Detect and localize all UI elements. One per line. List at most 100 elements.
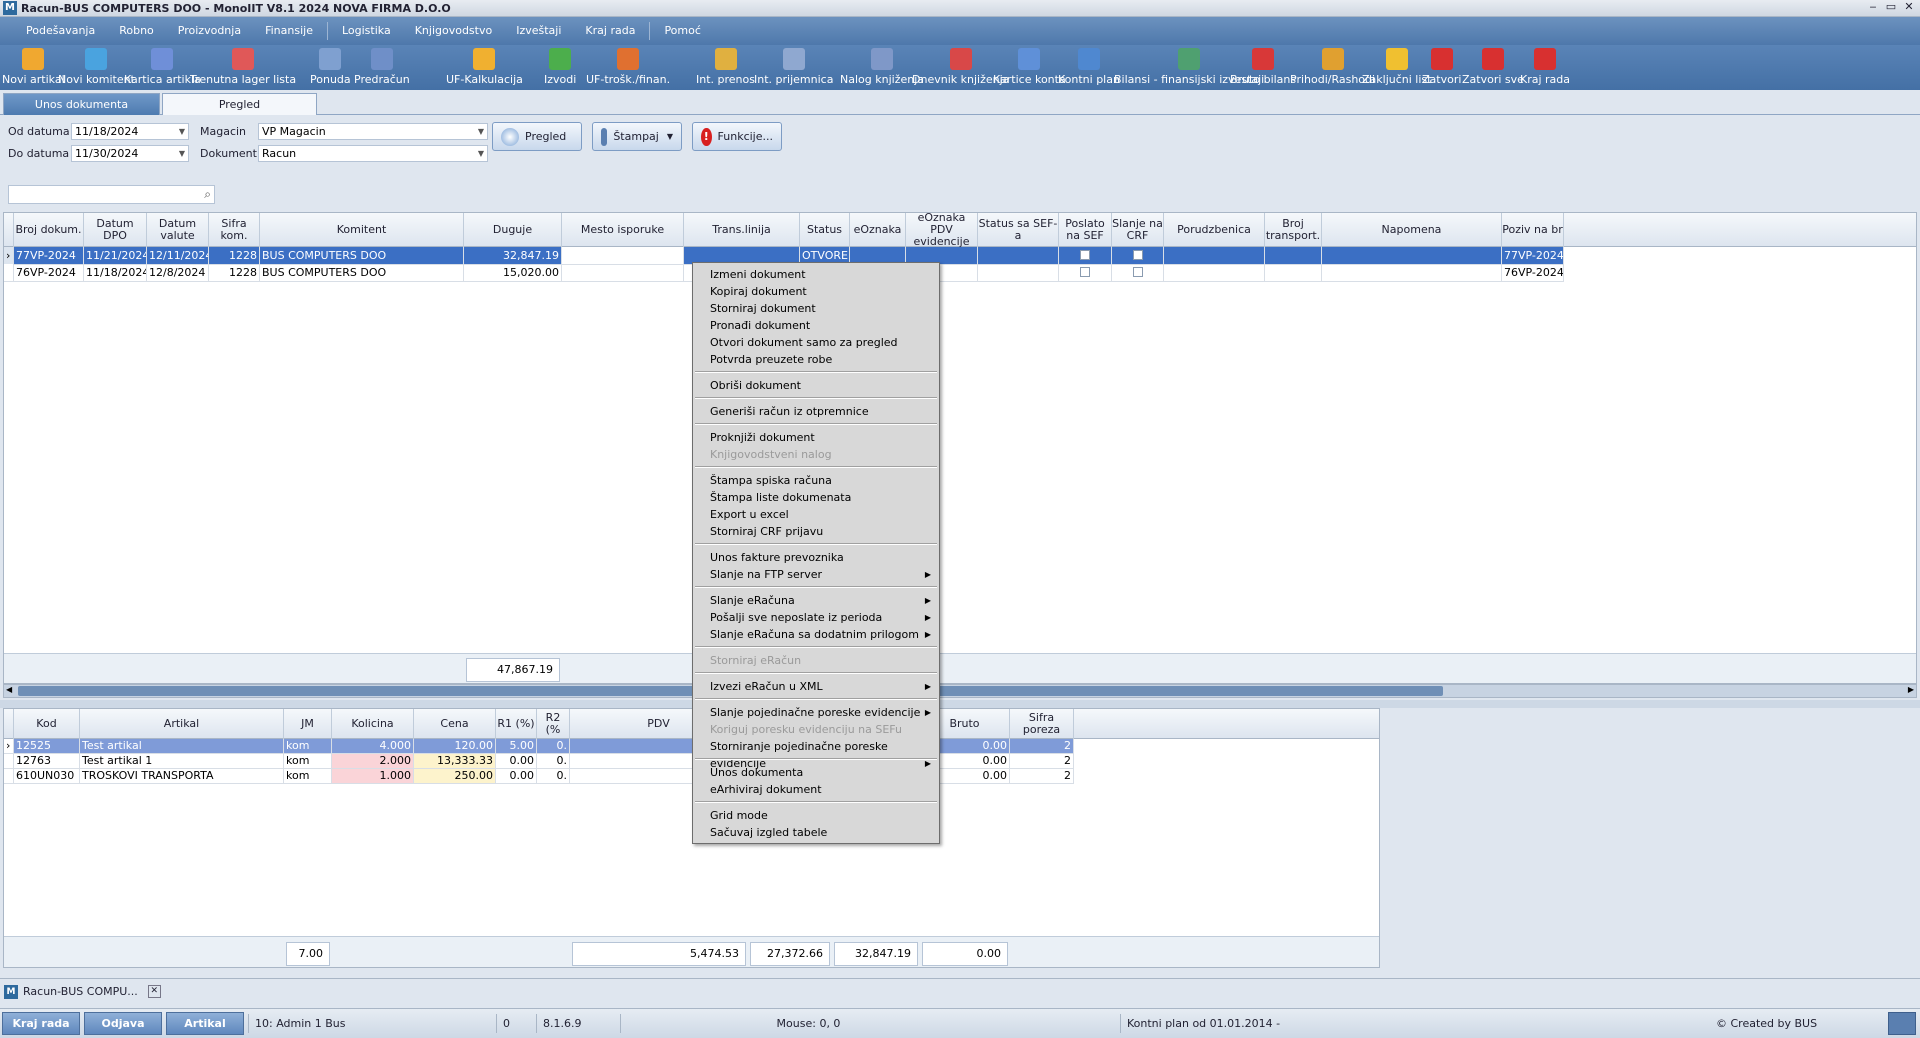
- column-header[interactable]: Slanje na CRF: [1112, 213, 1164, 247]
- panel-splitter[interactable]: [0, 700, 1920, 708]
- funkcije-button[interactable]: ! Funkcije...: [692, 122, 782, 151]
- context-menu-item[interactable]: Izmeni dokument: [693, 266, 939, 283]
- context-menu-item[interactable]: Slanje eRačuna ▶: [693, 592, 939, 609]
- toolbar-button-4[interactable]: Ponuda: [310, 45, 351, 90]
- artikal-button[interactable]: Artikal: [166, 1012, 244, 1035]
- toolbar-button-0[interactable]: Novi artikal: [2, 45, 65, 90]
- scroll-left-icon[interactable]: ◀: [6, 685, 12, 694]
- minimize-button[interactable]: ‒: [1864, 0, 1882, 13]
- toolbar-button-21[interactable]: Kraj rada: [1520, 45, 1570, 90]
- menu-item-5[interactable]: Knjigovodstvo: [403, 17, 505, 45]
- menu-item-7[interactable]: Kraj rada: [573, 17, 647, 45]
- toolbar-button-7[interactable]: Izvodi: [544, 45, 576, 90]
- column-header[interactable]: Broj transport.: [1265, 213, 1322, 247]
- column-header[interactable]: eOznaka PDV evidencije: [906, 213, 978, 248]
- checkbox[interactable]: [1080, 250, 1090, 260]
- column-header[interactable]: Cena: [414, 709, 496, 739]
- column-header[interactable]: Status: [800, 213, 850, 247]
- column-header[interactable]: Trans.linija: [684, 213, 800, 247]
- context-menu-item[interactable]: Izvezi eRačun u XML ▶: [693, 678, 939, 695]
- scroll-right-icon[interactable]: ▶: [1908, 685, 1914, 694]
- column-header[interactable]: Porudzbenica: [1164, 213, 1265, 247]
- dokument-select[interactable]: Racun ▼: [258, 145, 488, 162]
- toolbar-button-3[interactable]: Trenutna lager lista: [190, 45, 296, 90]
- context-menu-item[interactable]: Slanje pojedinačne poreske evidencije ▶: [693, 704, 939, 721]
- column-header[interactable]: Kolicina: [332, 709, 414, 739]
- column-header[interactable]: Mesto isporuke: [562, 213, 684, 247]
- menu-item-8[interactable]: Pomoć: [652, 17, 712, 45]
- do-datuma-input[interactable]: 11/30/2024 ▼: [71, 145, 189, 162]
- context-menu-item[interactable]: Slanje na FTP server ▶: [693, 566, 939, 583]
- toolbar-button-9[interactable]: Int. prenos: [696, 45, 755, 90]
- context-menu-item[interactable]: Slanje eRačuna sa dodatnim prilogom ▶: [693, 626, 939, 643]
- toolbar-button-14[interactable]: Kontni plan: [1058, 45, 1120, 90]
- table-row[interactable]: › 77VP-2024 11/21/2024 12/11/2024 1228 BUS CO…: [4, 247, 1916, 265]
- column-header[interactable]: Duguje: [464, 213, 562, 247]
- column-header[interactable]: Broj dokum.: [14, 213, 84, 247]
- toolbar-button-19[interactable]: Zatvori: [1422, 45, 1461, 90]
- column-header[interactable]: Sifra kom.: [209, 213, 260, 247]
- maximize-button[interactable]: ▭: [1882, 0, 1900, 13]
- document-tab[interactable]: M Racun-BUS COMPU... ✕: [4, 982, 161, 1001]
- column-header[interactable]: Datum DPO: [84, 213, 147, 247]
- column-header[interactable]: R2 (%: [537, 709, 570, 739]
- menu-item-6[interactable]: Izveštaji: [504, 17, 573, 45]
- context-menu-item[interactable]: Proknjiži dokument: [693, 429, 939, 446]
- context-menu-item[interactable]: Export u excel: [693, 506, 939, 523]
- context-menu-item[interactable]: Storniranje pojedinačne poreske evidenci…: [693, 738, 939, 770]
- toolbar-button-10[interactable]: Int. prijemnica: [754, 45, 833, 90]
- toolbar-button-16[interactable]: Bruto bilans: [1230, 45, 1296, 90]
- column-header[interactable]: Napomena: [1322, 213, 1502, 247]
- tab-unos-dokumenta[interactable]: Unos dokumenta: [3, 93, 160, 115]
- column-header[interactable]: R1 (%): [496, 709, 537, 739]
- context-menu-item[interactable]: Štampa liste dokumenata: [693, 489, 939, 506]
- column-header[interactable]: Komitent: [260, 213, 464, 247]
- column-header[interactable]: Poslato na SEF: [1059, 213, 1112, 247]
- toolbar-button-5[interactable]: Predračun: [354, 45, 410, 90]
- tab-pregled[interactable]: Pregled: [162, 93, 317, 115]
- stampaj-button[interactable]: Štampaj ▼: [592, 122, 682, 151]
- context-menu-item[interactable]: Pošalji sve neposlate iz perioda ▶: [693, 609, 939, 626]
- magacin-select[interactable]: VP Magacin ▼: [258, 123, 488, 140]
- context-menu-item[interactable]: Sačuvaj izgled tabele: [693, 824, 939, 841]
- menu-item-0[interactable]: Podešavanja: [14, 17, 107, 45]
- context-menu-item[interactable]: Generiši račun iz otpremnice: [693, 403, 939, 420]
- column-header[interactable]: Sifra poreza: [1010, 709, 1074, 739]
- context-menu-item[interactable]: Unos fakture prevoznika: [693, 549, 939, 566]
- context-menu-item[interactable]: Pronađi dokument: [693, 317, 939, 334]
- column-header[interactable]: Artikal: [80, 709, 284, 739]
- context-menu-item[interactable]: Obriši dokument: [693, 377, 939, 394]
- kraj-rada-button[interactable]: Kraj rada: [2, 1012, 80, 1035]
- context-menu-item[interactable]: Storniraj dokument: [693, 300, 939, 317]
- column-header[interactable]: JM: [284, 709, 332, 739]
- toolbar-button-13[interactable]: Kartice konta: [993, 45, 1066, 90]
- checkbox[interactable]: [1132, 267, 1143, 277]
- horizontal-scrollbar[interactable]: ◀ ▶: [3, 684, 1917, 698]
- context-menu-item[interactable]: Unos dokumenta: [693, 764, 939, 781]
- context-menu-item[interactable]: Štampa spiska računa: [693, 472, 939, 489]
- toolbar-button-6[interactable]: UF-Kalkulacija: [446, 45, 523, 90]
- context-menu-item[interactable]: Otvori dokument samo za pregled: [693, 334, 939, 351]
- checkbox[interactable]: [1080, 267, 1090, 277]
- toolbar-button-8[interactable]: UF-trošk./finan.: [586, 45, 670, 90]
- context-menu-item[interactable]: Storniraj CRF prijavu: [693, 523, 939, 540]
- column-header[interactable]: Datum valute: [147, 213, 209, 247]
- search-input[interactable]: ⌕: [8, 185, 215, 204]
- context-menu-item[interactable]: Potvrda preuzete robe: [693, 351, 939, 368]
- od-datuma-input[interactable]: 11/18/2024 ▼: [71, 123, 189, 140]
- checkbox[interactable]: [1132, 250, 1143, 260]
- close-window-button[interactable]: ✕: [1900, 0, 1918, 13]
- column-header[interactable]: Status sa SEF-a: [978, 213, 1059, 247]
- column-header[interactable]: eOznaka: [850, 213, 906, 247]
- menu-item-3[interactable]: Finansije: [253, 17, 325, 45]
- odjava-button[interactable]: Odjava: [84, 1012, 162, 1035]
- column-header[interactable]: Poziv na br: [1502, 213, 1564, 247]
- pregled-button[interactable]: Pregled: [492, 122, 582, 151]
- context-menu-item[interactable]: Kopiraj dokument: [693, 283, 939, 300]
- column-header[interactable]: Kod: [14, 709, 80, 739]
- toolbar-button-20[interactable]: Zatvori sve: [1462, 45, 1524, 90]
- context-menu-item[interactable]: Grid mode: [693, 807, 939, 824]
- menu-item-4[interactable]: Logistika: [330, 17, 403, 45]
- context-menu-item[interactable]: eArhiviraj dokument: [693, 781, 939, 798]
- menu-item-1[interactable]: Robno: [107, 17, 166, 45]
